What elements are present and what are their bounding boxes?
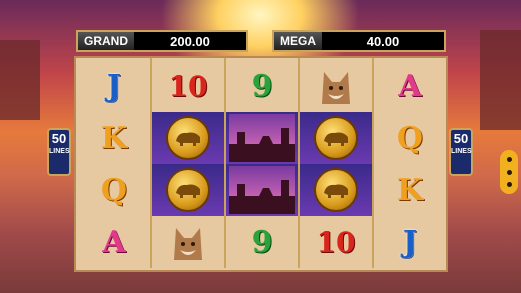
mega-jackpot: MEGA 40.00 xyxy=(272,30,446,52)
symbol-k: K xyxy=(396,172,424,208)
reel-4: 10 xyxy=(300,60,372,268)
symbol-cell: J xyxy=(374,216,446,268)
symbol-cell: A xyxy=(78,216,150,268)
buffalo-icon xyxy=(176,132,200,146)
symbol-a: A xyxy=(398,68,422,104)
buffalo-coin-icon xyxy=(166,168,210,212)
symbol-cell xyxy=(152,164,224,216)
symbol-cell xyxy=(152,112,224,164)
lines-count: 50 xyxy=(453,131,469,146)
grand-jackpot: GRAND 200.00 xyxy=(76,30,248,52)
mega-value: 40.00 xyxy=(366,33,400,49)
lynx-icon xyxy=(322,72,350,104)
symbol-cell: 10 xyxy=(300,216,372,268)
symbol-cell: A xyxy=(374,60,446,112)
lynx-icon xyxy=(174,228,202,260)
symbol-q: Q xyxy=(396,120,424,156)
menu-dot-icon xyxy=(506,181,512,187)
symbol-10: 10 xyxy=(316,225,356,259)
menu-dot-icon xyxy=(506,169,512,175)
buffalo-coin-icon xyxy=(166,116,210,160)
reel-1: J K Q A xyxy=(78,60,150,268)
symbol-cell: Q xyxy=(78,164,150,216)
symbol-q: Q xyxy=(100,172,128,208)
reel-5: A Q K J xyxy=(374,60,446,268)
symbol-10: 10 xyxy=(168,69,208,103)
symbol-j: J xyxy=(402,224,418,260)
symbol-cell: J xyxy=(78,60,150,112)
menu-button[interactable] xyxy=(500,150,518,194)
monument-valley-icon xyxy=(229,166,295,214)
lines-label: LINES xyxy=(451,148,472,155)
mega-label: MEGA xyxy=(274,32,322,50)
symbol-cell: 10 xyxy=(152,60,224,112)
reel-board: J K Q A 10 9 9 10 A Q K J xyxy=(74,56,448,272)
symbol-cell xyxy=(226,164,298,216)
symbol-cell: K xyxy=(374,164,446,216)
lines-indicator-left: 50 LINES xyxy=(47,128,71,176)
symbol-cell xyxy=(300,112,372,164)
symbol-j: J xyxy=(106,68,122,104)
symbol-9: 9 xyxy=(251,224,273,260)
menu-dot-icon xyxy=(506,157,512,163)
buffalo-icon xyxy=(324,184,348,198)
buffalo-icon xyxy=(324,132,348,146)
symbol-cell: Q xyxy=(374,112,446,164)
reel-2: 10 xyxy=(152,60,224,268)
monument-valley-icon xyxy=(229,114,295,162)
buffalo-icon xyxy=(176,184,200,198)
symbol-cell xyxy=(226,112,298,164)
symbol-cell xyxy=(300,164,372,216)
symbol-k: K xyxy=(100,120,128,156)
symbol-a: A xyxy=(102,224,126,260)
symbol-cell: 9 xyxy=(226,216,298,268)
symbol-cell: K xyxy=(78,112,150,164)
right-mesa xyxy=(480,30,521,130)
grand-label: GRAND xyxy=(78,32,134,50)
lines-label: LINES xyxy=(49,148,70,155)
symbol-cell: 9 xyxy=(226,60,298,112)
left-mesa xyxy=(0,40,40,120)
lines-count: 50 xyxy=(51,131,67,146)
buffalo-coin-icon xyxy=(314,116,358,160)
lines-indicator-right: 50 LINES xyxy=(449,128,473,176)
symbol-cell xyxy=(300,60,372,112)
grand-value: 200.00 xyxy=(170,33,210,49)
symbol-9: 9 xyxy=(251,68,273,104)
reel-3: 9 9 xyxy=(226,60,298,268)
buffalo-coin-icon xyxy=(314,168,358,212)
symbol-cell xyxy=(152,216,224,268)
